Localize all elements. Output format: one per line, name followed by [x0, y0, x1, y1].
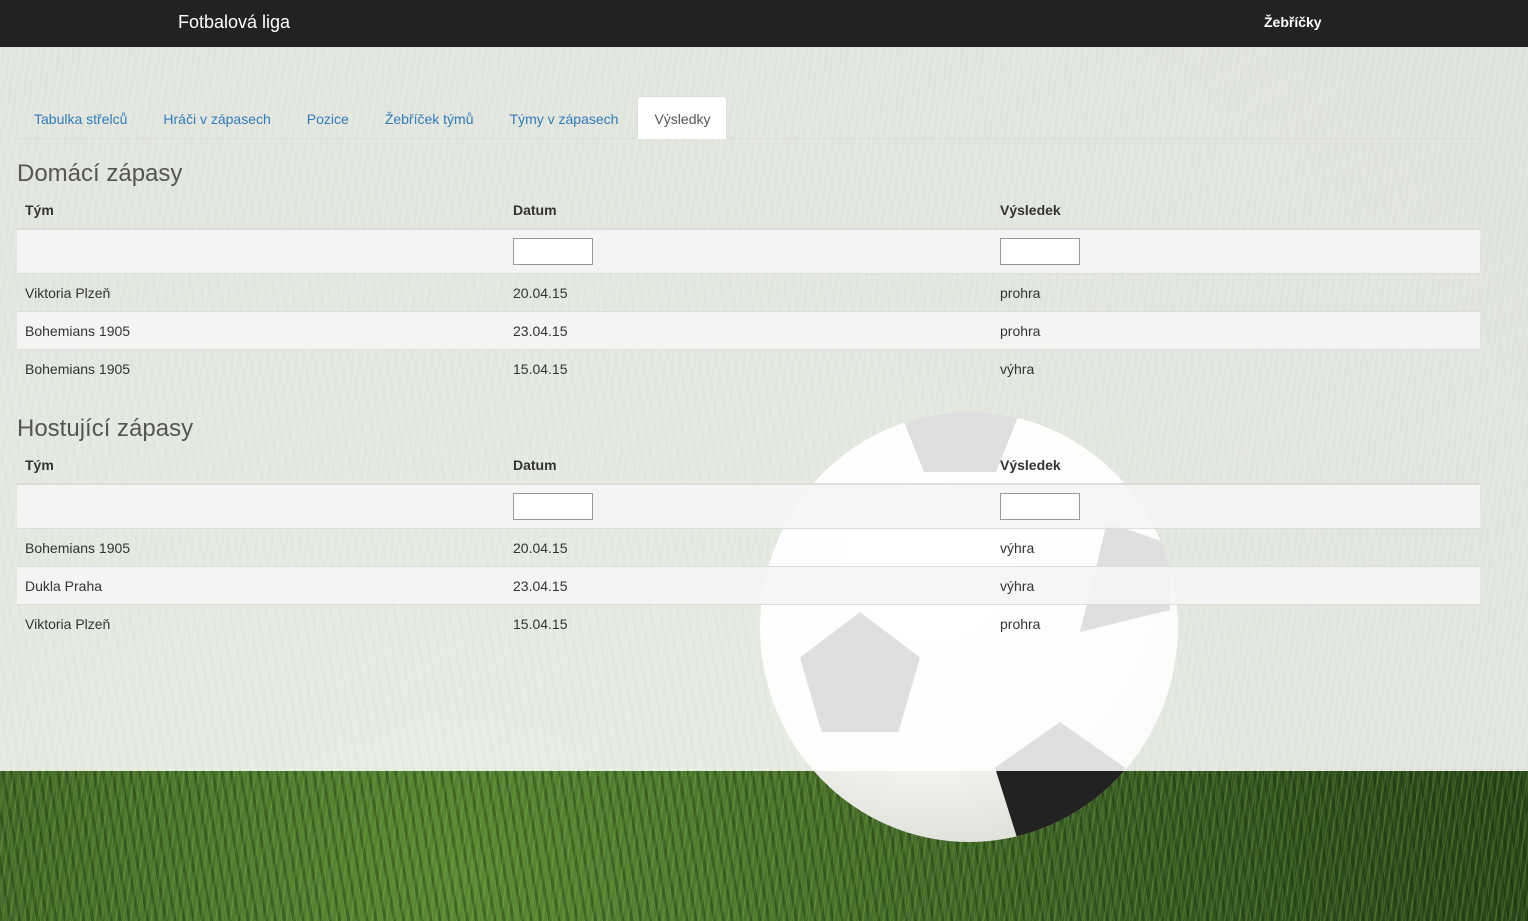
tab-teams-in-matches[interactable]: Týmy v zápasech	[493, 96, 636, 138]
result-filter-input[interactable]	[1000, 493, 1080, 520]
tab-results[interactable]: Výsledky	[637, 96, 728, 139]
tab-top-scorers[interactable]: Tabulka střelců	[17, 96, 144, 138]
table-row: Bohemians 1905 15.04.15 výhra	[17, 349, 1480, 387]
cell-result: výhra	[992, 528, 1480, 567]
nav-link-rankings[interactable]: Žebříčky	[1264, 14, 1322, 30]
table-header-row: Tým Datum Výsledek	[17, 447, 1480, 485]
filter-cell-empty	[17, 228, 505, 274]
cell-team: Viktoria Plzeň	[17, 604, 505, 642]
filter-cell-empty	[17, 483, 505, 529]
table-row: Bohemians 1905 23.04.15 prohra	[17, 311, 1480, 350]
home-matches-table: Tým Datum Výsledek Viktoria Plzeň 20.04.…	[17, 192, 1480, 387]
filter-cell-result	[992, 483, 1480, 529]
cell-date: 15.04.15	[505, 349, 992, 387]
filter-row	[17, 483, 1480, 529]
cell-date: 20.04.15	[505, 273, 992, 312]
tab-bar: Tabulka střelců Hráči v zápasech Pozice …	[17, 96, 1480, 139]
cell-date: 23.04.15	[505, 566, 992, 605]
cell-date: 15.04.15	[505, 604, 992, 642]
filter-row	[17, 228, 1480, 274]
table-row: Dukla Praha 23.04.15 výhra	[17, 566, 1480, 605]
brand-link[interactable]: Fotbalová liga	[178, 12, 290, 33]
table-header-row: Tým Datum Výsledek	[17, 192, 1480, 230]
column-header-date[interactable]: Datum	[505, 447, 992, 485]
cell-result: prohra	[992, 604, 1480, 642]
tab-players-in-matches[interactable]: Hráči v zápasech	[146, 96, 287, 138]
cell-result: prohra	[992, 311, 1480, 350]
cell-result: prohra	[992, 273, 1480, 312]
result-filter-input[interactable]	[1000, 238, 1080, 265]
cell-date: 20.04.15	[505, 528, 992, 567]
table-row: Viktoria Plzeň 20.04.15 prohra	[17, 273, 1480, 312]
home-matches-section: Domácí zápasy Tým Datum Výsledek Viktori…	[17, 156, 1480, 387]
cell-team: Viktoria Plzeň	[17, 273, 505, 312]
table-row: Bohemians 1905 20.04.15 výhra	[17, 528, 1480, 567]
cell-result: výhra	[992, 349, 1480, 387]
column-header-result[interactable]: Výsledek	[992, 447, 1480, 485]
section-title: Hostující zápasy	[17, 415, 194, 442]
cell-team: Dukla Praha	[17, 566, 505, 605]
away-matches-table: Tým Datum Výsledek Bohemians 1905 20.04.…	[17, 447, 1480, 642]
cell-date: 23.04.15	[505, 311, 992, 350]
date-filter-input[interactable]	[513, 238, 593, 265]
section-title: Domácí zápasy	[17, 160, 183, 187]
date-filter-input[interactable]	[513, 493, 593, 520]
table-row: Viktoria Plzeň 15.04.15 prohra	[17, 604, 1480, 642]
filter-cell-result	[992, 228, 1480, 274]
cell-result: výhra	[992, 566, 1480, 605]
cell-team: Bohemians 1905	[17, 528, 505, 567]
column-header-team[interactable]: Tým	[17, 192, 505, 230]
tab-positions[interactable]: Pozice	[290, 96, 366, 138]
filter-cell-date	[505, 228, 992, 274]
column-header-result[interactable]: Výsledek	[992, 192, 1480, 230]
navbar: Fotbalová liga Žebříčky	[0, 0, 1528, 47]
column-header-date[interactable]: Datum	[505, 192, 992, 230]
cell-team: Bohemians 1905	[17, 349, 505, 387]
filter-cell-date	[505, 483, 992, 529]
column-header-team[interactable]: Tým	[17, 447, 505, 485]
cell-team: Bohemians 1905	[17, 311, 505, 350]
away-matches-section: Hostující zápasy Tým Datum Výsledek Bohe…	[17, 411, 1480, 642]
tab-team-ranking[interactable]: Žebříček týmů	[368, 96, 491, 138]
